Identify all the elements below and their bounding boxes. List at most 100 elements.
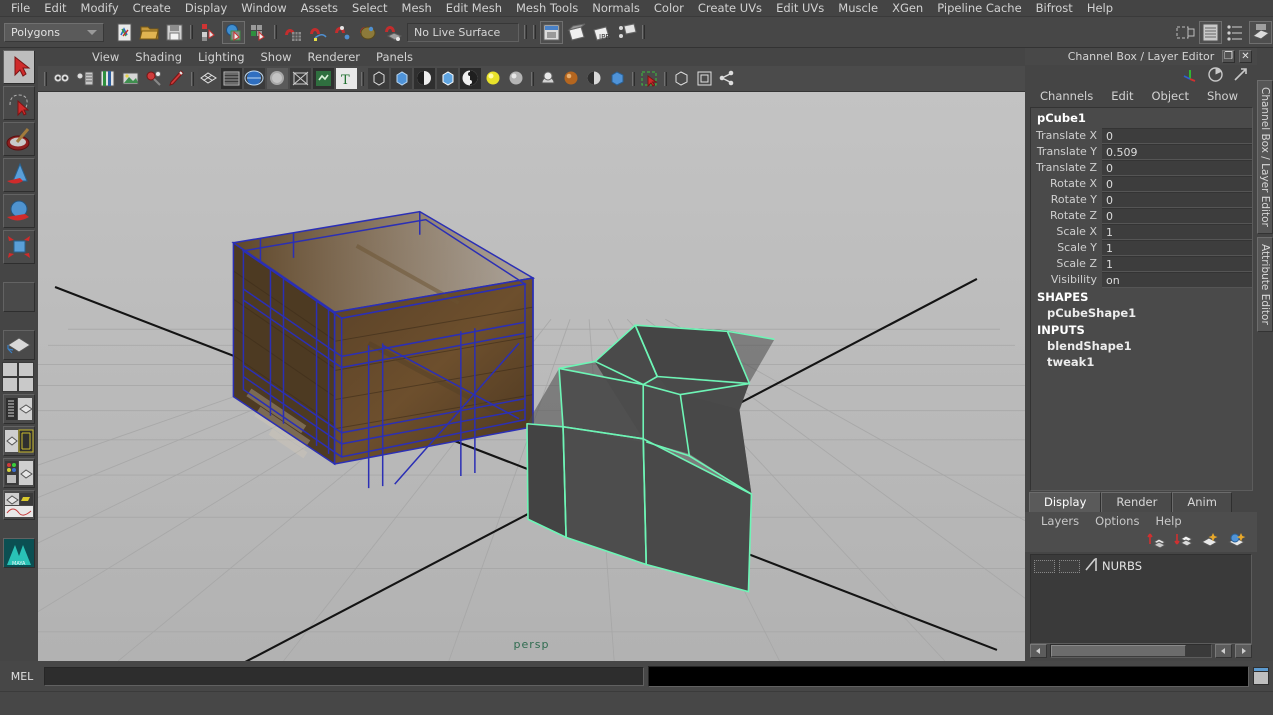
command-input[interactable]: [44, 666, 644, 686]
select-camera-icon[interactable]: [51, 68, 72, 89]
channel-value[interactable]: 1: [1102, 224, 1252, 240]
menu-create[interactable]: Create: [126, 0, 178, 17]
xray-active-components-icon[interactable]: [414, 68, 435, 89]
paint-select-tool-button[interactable]: [3, 122, 35, 156]
select-by-object-icon[interactable]: [222, 20, 245, 44]
xray-joints-icon[interactable]: [391, 68, 412, 89]
snap-to-view-plane-icon[interactable]: [381, 21, 404, 44]
checker-texture-icon[interactable]: [460, 68, 481, 89]
channel-row[interactable]: Translate Z 0: [1031, 160, 1252, 176]
light-gray-icon[interactable]: [506, 68, 527, 89]
new-scene-icon[interactable]: [113, 21, 136, 44]
ipr-render-icon[interactable]: IPR: [590, 21, 613, 44]
scroll-left-button[interactable]: [1030, 644, 1047, 658]
channel-row[interactable]: Rotate Y 0: [1031, 192, 1252, 208]
channel-row[interactable]: Visibility on: [1031, 272, 1252, 288]
tab-attribute-editor[interactable]: Attribute Editor: [1257, 236, 1273, 332]
light-yellow-icon[interactable]: [483, 68, 504, 89]
wireframe-icon[interactable]: [198, 68, 219, 89]
layer-menu-layers[interactable]: Layers: [1033, 514, 1087, 528]
four-view-layout-button[interactable]: [2, 362, 36, 392]
new-layer-from-selected-icon[interactable]: [1227, 531, 1247, 551]
motion-blur-icon[interactable]: T: [336, 68, 357, 89]
layer-visibility-toggle[interactable]: [1034, 559, 1055, 573]
layer-menu-help[interactable]: Help: [1147, 514, 1189, 528]
hypershade-persp-layout-button[interactable]: [3, 458, 35, 488]
persp-uv-layout-button[interactable]: [3, 490, 35, 520]
snap-to-projected-center-icon[interactable]: [356, 21, 379, 44]
tab-render[interactable]: Render: [1101, 492, 1173, 512]
half-tone-icon[interactable]: [584, 68, 605, 89]
command-language-label[interactable]: MEL: [4, 670, 40, 683]
panel-menu-shading[interactable]: Shading: [127, 49, 190, 65]
tab-channel-box-layer-editor[interactable]: Channel Box / Layer Editor: [1257, 80, 1273, 234]
channel-value[interactable]: 1: [1102, 256, 1252, 272]
save-scene-icon[interactable]: [163, 21, 186, 44]
channel-value[interactable]: on: [1102, 272, 1252, 288]
panel-menu-renderer[interactable]: Renderer: [300, 49, 369, 65]
render-settings-icon[interactable]: [615, 21, 638, 44]
menu-help[interactable]: Help: [1080, 0, 1120, 17]
lasso-select-tool-button[interactable]: [3, 86, 35, 120]
channel-value[interactable]: 0.509: [1102, 144, 1252, 160]
two-d-pan-zoom-icon[interactable]: [143, 68, 164, 89]
scale-tool-button[interactable]: [3, 230, 35, 264]
grease-pencil-icon[interactable]: [166, 68, 187, 89]
move-layer-down-icon[interactable]: [1173, 531, 1194, 551]
screen-space-ao-icon[interactable]: [313, 68, 334, 89]
layer-row[interactable]: NURBS: [1034, 558, 1248, 574]
scrollbar-thumb[interactable]: [1051, 645, 1186, 657]
channel-box-input-blendshape[interactable]: blendShape1: [1031, 338, 1252, 354]
menu-muscle[interactable]: Muscle: [831, 0, 885, 17]
channel-value[interactable]: 0: [1102, 208, 1252, 224]
menu-color[interactable]: Color: [647, 0, 691, 17]
menu-edit-mesh[interactable]: Edit Mesh: [439, 0, 509, 17]
default-material-icon[interactable]: [437, 68, 458, 89]
panel-menu-view[interactable]: View: [84, 49, 127, 65]
open-scene-icon[interactable]: [138, 21, 161, 44]
channel-box-shape-item[interactable]: pCubeShape1: [1031, 305, 1252, 321]
smooth-shade-textured-icon[interactable]: [244, 68, 265, 89]
channel-box-menu-object[interactable]: Object: [1143, 89, 1198, 103]
xray-icon[interactable]: [368, 68, 389, 89]
menu-bifrost[interactable]: Bifrost: [1029, 0, 1080, 17]
toggle-sidebar-icon[interactable]: [1174, 21, 1197, 44]
menu-assets[interactable]: Assets: [294, 0, 345, 17]
attribute-editor-camera-icon[interactable]: [74, 68, 95, 89]
layer-playback-toggle[interactable]: [1059, 559, 1080, 573]
new-layer-icon[interactable]: [1200, 531, 1220, 551]
channel-row[interactable]: Scale X 1: [1031, 224, 1252, 240]
isolate-select-icon[interactable]: [639, 68, 660, 89]
channel-box-menu-show[interactable]: Show: [1198, 89, 1247, 103]
layer-menu-options[interactable]: Options: [1087, 514, 1147, 528]
horizontal-scrollbar[interactable]: [1050, 644, 1212, 658]
layer-list[interactable]: NURBS: [1030, 554, 1252, 644]
menu-create-uvs[interactable]: Create UVs: [691, 0, 769, 17]
smooth-shade-all-icon[interactable]: [221, 68, 242, 89]
select-tool-button[interactable]: [3, 50, 35, 84]
persp-graph-layout-button[interactable]: [3, 426, 35, 456]
menu-file[interactable]: File: [4, 0, 37, 17]
menu-mesh-tools[interactable]: Mesh Tools: [509, 0, 585, 17]
live-surface-field[interactable]: No Live Surface: [407, 22, 519, 42]
channel-value[interactable]: 0: [1102, 176, 1252, 192]
snap-to-point-icon[interactable]: [331, 21, 354, 44]
channel-value[interactable]: 0: [1102, 192, 1252, 208]
use-all-lights-icon[interactable]: [267, 68, 288, 89]
move-layer-up-icon[interactable]: [1146, 531, 1167, 551]
film-gate-icon[interactable]: [694, 68, 715, 89]
select-by-hierarchy-icon[interactable]: [197, 21, 220, 44]
restore-icon[interactable]: ❐: [1222, 50, 1235, 63]
menu-set-dropdown[interactable]: Polygons: [4, 22, 104, 42]
menu-modify[interactable]: Modify: [74, 0, 126, 17]
menu-display[interactable]: Display: [178, 0, 234, 17]
channel-value[interactable]: 0: [1102, 128, 1252, 144]
page-right-button[interactable]: [1235, 644, 1252, 658]
menu-normals[interactable]: Normals: [585, 0, 647, 17]
panel-menu-panels[interactable]: Panels: [368, 49, 421, 65]
arrow-icon[interactable]: [1232, 66, 1249, 86]
hardware-texturing-icon[interactable]: [538, 68, 559, 89]
grid-icon[interactable]: [671, 68, 692, 89]
page-left-button[interactable]: [1215, 644, 1232, 658]
channel-value[interactable]: 0: [1102, 160, 1252, 176]
